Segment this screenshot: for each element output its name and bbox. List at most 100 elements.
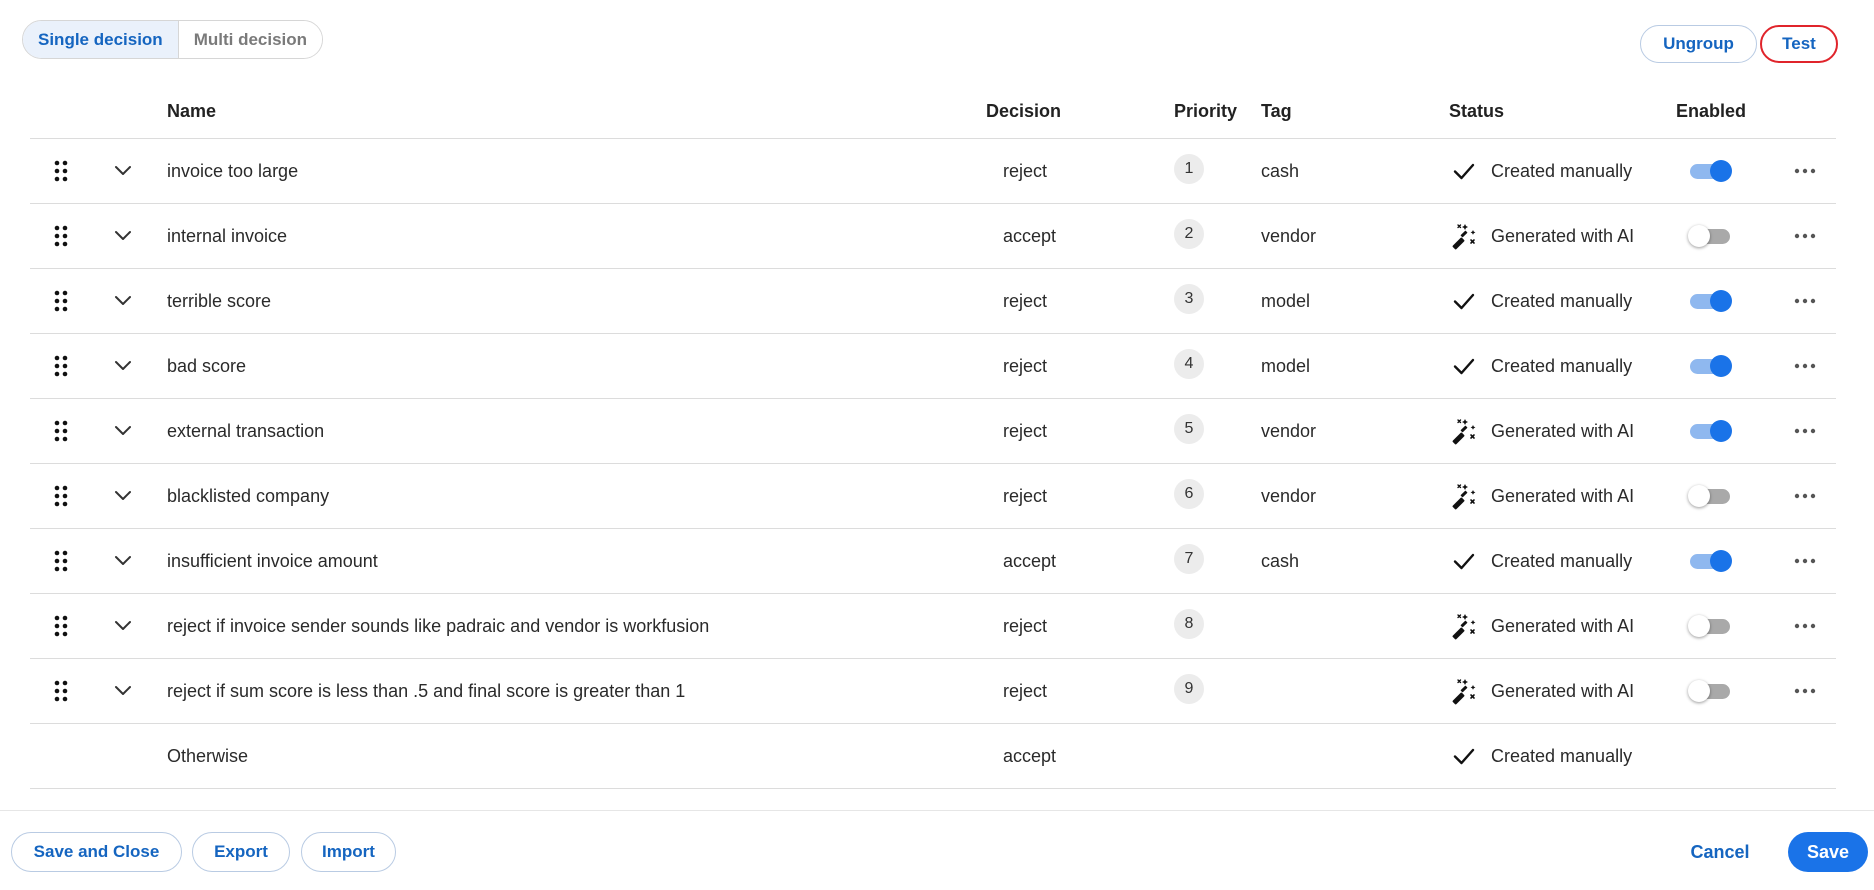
drag-handle-icon[interactable] xyxy=(54,399,68,463)
rule-priority: 4 xyxy=(1174,334,1204,398)
chevron-down-icon[interactable] xyxy=(114,464,134,528)
more-options-icon[interactable] xyxy=(1794,204,1816,268)
enabled-toggle[interactable] xyxy=(1688,659,1734,723)
save-and-close-button[interactable]: Save and Close xyxy=(11,832,182,872)
drag-handle-icon[interactable] xyxy=(54,659,68,723)
status-label: Created manually xyxy=(1491,160,1633,181)
enabled-switch[interactable] xyxy=(1688,225,1734,247)
rule-status: Created manually xyxy=(1449,724,1632,788)
chevron-down-icon[interactable] xyxy=(114,594,134,658)
priority-badge: 6 xyxy=(1174,479,1204,509)
enabled-toggle[interactable] xyxy=(1688,529,1734,593)
status-label: Generated with AI xyxy=(1491,680,1635,701)
rule-status: Created manually xyxy=(1449,529,1632,593)
more-options-icon[interactable] xyxy=(1794,529,1816,593)
rule-priority: 5 xyxy=(1174,399,1204,463)
enabled-switch[interactable] xyxy=(1688,680,1734,702)
ungroup-button[interactable]: Ungroup xyxy=(1640,25,1757,63)
magic-wand-icon xyxy=(1449,416,1479,446)
rule-name: terrible score xyxy=(167,290,272,311)
column-header-status: Status xyxy=(1449,101,1505,121)
test-button[interactable]: Test xyxy=(1760,25,1838,63)
drag-handle-icon[interactable] xyxy=(54,269,68,333)
import-button[interactable]: Import xyxy=(301,832,396,872)
rule-status: Generated with AI xyxy=(1449,594,1634,658)
priority-badge: 5 xyxy=(1174,414,1204,444)
chevron-down-icon[interactable] xyxy=(114,139,134,203)
export-button[interactable]: Export xyxy=(192,832,290,872)
enabled-switch[interactable] xyxy=(1688,290,1734,312)
tab-single-decision[interactable]: Single decision xyxy=(23,21,179,58)
drag-handle-icon[interactable] xyxy=(54,139,68,203)
drag-handle-icon[interactable] xyxy=(54,464,68,528)
toggle-knob xyxy=(1710,420,1732,442)
drag-handle-icon[interactable] xyxy=(54,594,68,658)
status-label: Created manually xyxy=(1491,355,1633,376)
rule-decision: reject xyxy=(1003,615,1048,636)
tab-multi-decision[interactable]: Multi decision xyxy=(178,21,323,58)
rule-tag: vendor xyxy=(1261,225,1317,246)
enabled-toggle[interactable] xyxy=(1688,464,1734,528)
status-label: Generated with AI xyxy=(1491,225,1635,246)
decision-mode-toggle: Single decision Multi decision xyxy=(22,20,324,59)
drag-handle-icon[interactable] xyxy=(54,204,68,268)
chevron-down-icon[interactable] xyxy=(114,529,134,593)
status-label: Generated with AI xyxy=(1491,485,1635,506)
enabled-switch[interactable] xyxy=(1688,355,1734,377)
enabled-switch[interactable] xyxy=(1688,550,1734,572)
enabled-toggle[interactable] xyxy=(1688,269,1734,333)
save-button[interactable]: Save xyxy=(1788,832,1868,872)
enabled-toggle[interactable] xyxy=(1688,334,1734,398)
priority-badge: 1 xyxy=(1174,154,1204,184)
more-options-icon[interactable] xyxy=(1794,464,1816,528)
rules-table: Name Decision Priority Tag Status Enable… xyxy=(30,84,1836,789)
rule-decision: reject xyxy=(1003,290,1048,311)
drag-handle-icon[interactable] xyxy=(54,334,68,398)
chevron-down-icon[interactable] xyxy=(114,334,134,398)
more-options-icon[interactable] xyxy=(1794,399,1816,463)
enabled-toggle[interactable] xyxy=(1688,204,1734,268)
table-row: reject if sum score is less than .5 and … xyxy=(30,659,1836,724)
rule-name: invoice too large xyxy=(167,160,299,181)
rule-status: Created manually xyxy=(1449,139,1632,203)
rule-name: insufficient invoice amount xyxy=(167,550,378,571)
magic-wand-icon xyxy=(1449,676,1479,706)
enabled-toggle[interactable] xyxy=(1688,594,1734,658)
rule-decision: reject xyxy=(1003,485,1048,506)
rule-tag: cash xyxy=(1261,550,1300,571)
rule-name: internal invoice xyxy=(167,225,288,246)
enabled-switch[interactable] xyxy=(1688,160,1734,182)
enabled-switch[interactable] xyxy=(1688,420,1734,442)
magic-wand-icon xyxy=(1449,221,1479,251)
rule-name: blacklisted company xyxy=(167,485,330,506)
chevron-down-icon[interactable] xyxy=(114,659,134,723)
check-icon xyxy=(1449,741,1479,771)
chevron-down-icon[interactable] xyxy=(114,399,134,463)
rule-status: Created manually xyxy=(1449,269,1632,333)
table-row: blacklisted company reject 6 vendor Gene… xyxy=(30,464,1836,529)
toggle-knob xyxy=(1688,680,1710,702)
priority-badge: 7 xyxy=(1174,544,1204,574)
table-row: bad score reject 4 model Created manuall… xyxy=(30,334,1836,399)
more-options-icon[interactable] xyxy=(1794,334,1816,398)
rule-tag: vendor xyxy=(1261,420,1317,441)
enabled-toggle[interactable] xyxy=(1688,399,1734,463)
column-header-enabled: Enabled xyxy=(1676,101,1747,121)
table-body: invoice too large reject 1 cash Created … xyxy=(30,139,1836,724)
enabled-switch[interactable] xyxy=(1688,485,1734,507)
drag-handle-icon[interactable] xyxy=(54,529,68,593)
chevron-down-icon[interactable] xyxy=(114,204,134,268)
cancel-button[interactable]: Cancel xyxy=(1680,832,1760,872)
toggle-knob xyxy=(1710,355,1732,377)
rule-tag: model xyxy=(1261,355,1311,376)
more-options-icon[interactable] xyxy=(1794,594,1816,658)
enabled-switch[interactable] xyxy=(1688,615,1734,637)
table-header: Name Decision Priority Tag Status Enable… xyxy=(30,84,1836,139)
rule-name: bad score xyxy=(167,355,247,376)
more-options-icon[interactable] xyxy=(1794,659,1816,723)
more-options-icon[interactable] xyxy=(1794,269,1816,333)
more-options-icon[interactable] xyxy=(1794,139,1816,203)
chevron-down-icon[interactable] xyxy=(114,269,134,333)
priority-badge: 9 xyxy=(1174,674,1204,704)
enabled-toggle[interactable] xyxy=(1688,139,1734,203)
